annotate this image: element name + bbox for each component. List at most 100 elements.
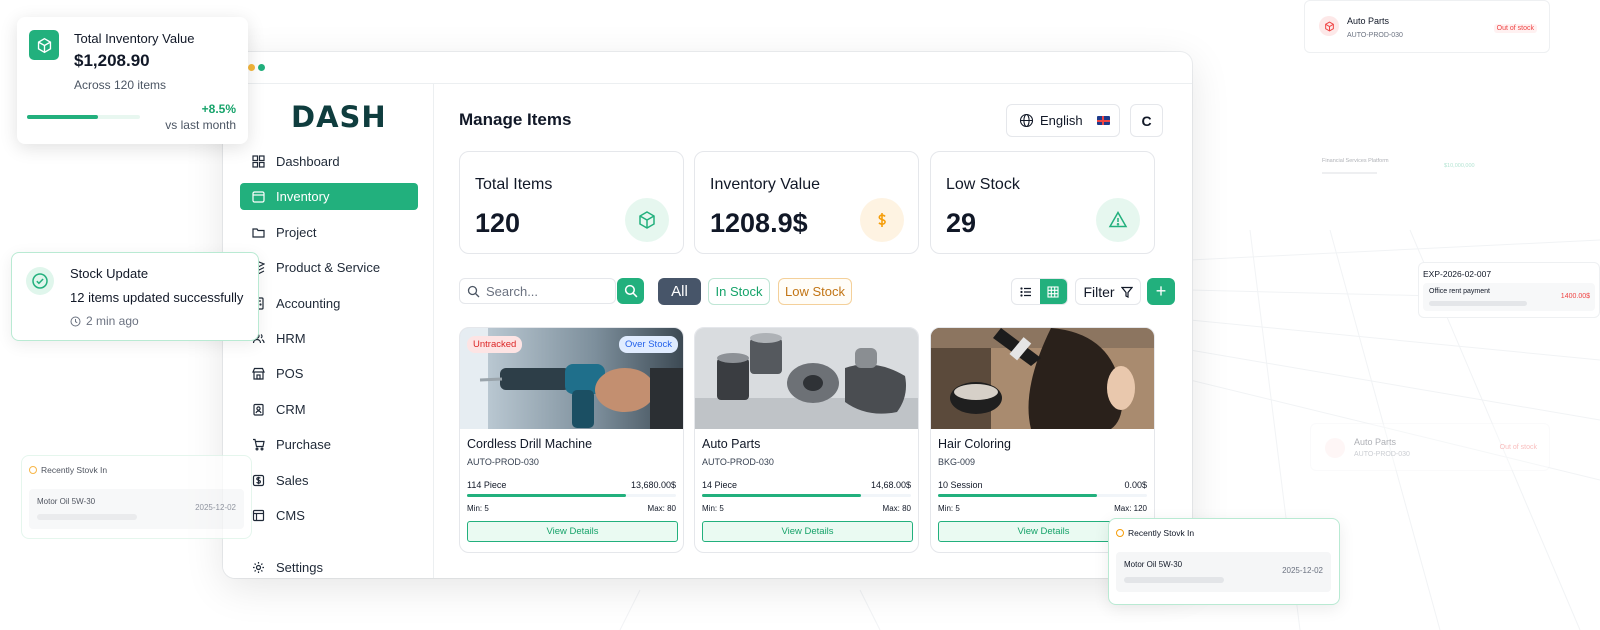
title-bar [223, 52, 1192, 84]
sidebar-item-crm[interactable]: CRM [240, 396, 418, 423]
view-details-button[interactable]: View Details [467, 521, 678, 542]
auto-parts-alert-widget-faint: Auto Parts AUTO-PROD-030 Out of stock [1310, 423, 1550, 471]
widget-title: Total Inventory Value [74, 31, 195, 46]
sidebar-item-label: CMS [276, 507, 305, 523]
layout-icon [252, 509, 265, 522]
sidebar-item-purchase[interactable]: Purchase [240, 431, 418, 458]
product-sku: AUTO-PROD-030 [702, 457, 774, 467]
stock-max: Max: 80 [882, 504, 911, 513]
product-image-hair-coloring [931, 328, 1154, 429]
stat-label: Low Stock [946, 176, 1020, 193]
widget-sku: AUTO-PROD-030 [1347, 32, 1403, 39]
grid-view-button[interactable] [1039, 279, 1067, 304]
box-icon [29, 30, 59, 60]
view-details-button[interactable]: View Details [702, 521, 913, 542]
expense-widget: EXP-2026-02-007 Office rent payment 1400… [1418, 262, 1600, 318]
sidebar-item-sales[interactable]: Sales [240, 467, 418, 494]
store-icon [252, 367, 265, 380]
widget-subtitle: Across 120 items [74, 78, 167, 92]
expense-amount: 1400.00$ [1560, 293, 1590, 300]
sidebar-item-cms[interactable]: CMS [240, 502, 418, 529]
calendar-icon [252, 190, 265, 203]
item-date: 2025-12-02 [1282, 566, 1323, 575]
dollar-icon [252, 474, 265, 487]
grid-icon [252, 155, 265, 168]
stock-progress-fill [702, 494, 861, 497]
filter-chip-low-stock[interactable]: Low Stock [778, 278, 852, 305]
sidebar-item-label: Accounting [276, 295, 341, 311]
toolbar: All In Stock Low Stock Filter + [459, 276, 1192, 306]
product-quantity: 114 Piece [467, 480, 507, 490]
sidebar-item-label: Inventory [276, 189, 330, 205]
avatar[interactable]: C [1130, 104, 1163, 137]
auto-parts-alert-widget: Auto Parts AUTO-PROD-030 Out of stock [1304, 0, 1550, 53]
box-icon [1325, 438, 1345, 458]
list-item: Office rent payment 1400.00$ [1423, 283, 1595, 311]
folder-icon [252, 226, 265, 239]
financial-services-widget: Financial Services Platform $10,000,000 [1322, 156, 1475, 180]
filter-button[interactable]: Filter [1075, 278, 1141, 305]
product-sku: AUTO-PROD-030 [467, 457, 539, 467]
search-input[interactable] [486, 283, 606, 299]
app-logo[interactable]: DASH [291, 100, 387, 134]
clock-icon [29, 466, 37, 474]
stock-progress-fill [467, 494, 626, 497]
item-date: 2025-12-02 [195, 503, 236, 512]
gear-icon [252, 561, 265, 574]
sidebar-item-label: Settings [276, 560, 323, 575]
check-circle-icon [26, 267, 54, 295]
toast-time: 2 min ago [70, 314, 139, 328]
product-card: Auto Parts AUTO-PROD-030 14 Piece 14,68.… [694, 327, 919, 553]
box-icon [625, 198, 669, 242]
stock-update-toast: Stock Update 12 items updated successful… [11, 252, 259, 341]
language-label: English [1040, 113, 1083, 128]
sidebar-item-label: Purchase [276, 437, 331, 453]
sidebar-item-product-service[interactable]: Product & Service [240, 254, 418, 281]
sidebar-item-label: HRM [276, 330, 306, 346]
stock-progress-bar [467, 494, 676, 497]
product-amount: 0.00$ [1124, 480, 1147, 490]
sidebar-item-label: CRM [276, 401, 306, 417]
toast-title: Stock Update [70, 266, 149, 281]
sidebar-item-label: Sales [276, 472, 309, 488]
stat-label: Total Items [475, 176, 553, 193]
item-name: Motor Oil 5W-30 [1124, 560, 1183, 569]
sidebar-item-accounting[interactable]: Accounting [240, 290, 418, 317]
language-selector[interactable]: English [1006, 104, 1120, 137]
app-window: DASH Dashboard Inventory Project Product… [223, 52, 1192, 578]
recently-stock-in-widget-left: Recently Stovk In Motor Oil 5W-30 2025-1… [21, 455, 252, 539]
widget-value: $1,208.90 [74, 51, 150, 70]
filter-chip-in-stock[interactable]: In Stock [708, 278, 770, 305]
main-content: Manage Items English C Total Items 120 I… [434, 84, 1192, 578]
item-bar [37, 514, 137, 520]
sidebar-item-dashboard[interactable]: Dashboard [240, 148, 418, 175]
compare-label: vs last month [165, 118, 236, 132]
product-name: Auto Parts [702, 437, 761, 451]
add-item-button[interactable]: + [1147, 278, 1175, 305]
stat-value: 120 [475, 208, 521, 238]
sidebar-item-pos[interactable]: POS [240, 360, 418, 387]
widget-progress-bar [27, 115, 140, 119]
filter-icon [1120, 286, 1133, 298]
filter-chip-all[interactable]: All [658, 278, 701, 305]
product-card: Untracked Over Stock Cordless Drill Mach… [459, 327, 684, 553]
cart-icon [252, 438, 265, 451]
sidebar-item-inventory[interactable]: Inventory [240, 183, 418, 211]
widget-sku: AUTO-PROD-030 [1354, 451, 1410, 458]
sidebar-item-project[interactable]: Project [240, 219, 418, 246]
stage: DASH Dashboard Inventory Project Product… [0, 0, 1600, 630]
out-of-stock-badge: Out of stock [1493, 24, 1537, 33]
stock-max: Max: 80 [647, 504, 676, 513]
widget-title: Recently Stovk In [29, 465, 107, 475]
toast-time-label: 2 min ago [86, 314, 139, 328]
stat-card-total-items: Total Items 120 [459, 151, 684, 254]
search-icon [467, 285, 480, 297]
list-view-button[interactable] [1012, 279, 1040, 304]
stat-card-inventory-value: Inventory Value 1208.9$ [694, 151, 919, 254]
clock-icon [1116, 529, 1124, 537]
sidebar-item-hrm[interactable]: HRM [240, 325, 418, 352]
expense-description: Office rent payment [1429, 288, 1490, 295]
sidebar-item-settings[interactable]: Settings [240, 554, 418, 578]
search-button[interactable] [617, 278, 644, 304]
stock-progress-fill [938, 494, 1097, 497]
